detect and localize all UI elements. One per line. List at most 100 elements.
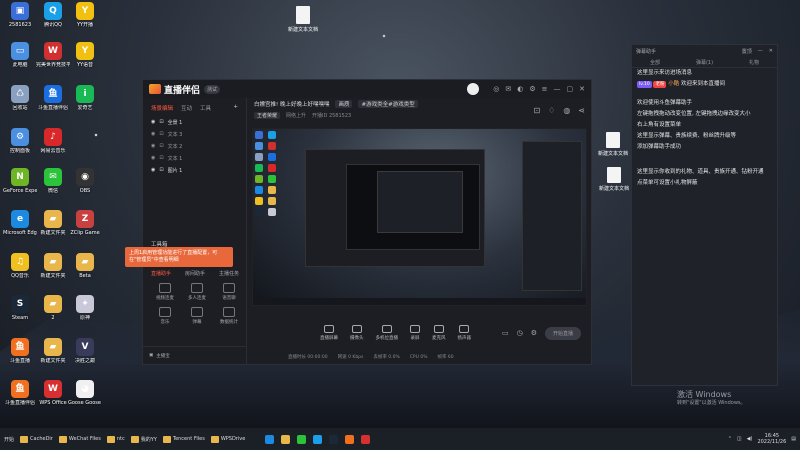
desktop-icon[interactable]: 鱼斗鱼直播 (3, 338, 37, 364)
eye-icon[interactable]: ◉ (151, 167, 155, 173)
menu-icon[interactable]: ≡ (542, 85, 548, 93)
pin-button[interactable]: 置顶 (742, 48, 752, 55)
desktop-file-notepad[interactable]: 新建文本文档 (283, 6, 323, 33)
tool-item[interactable]: 弹幕 (181, 307, 213, 325)
close-icon[interactable]: ✕ (769, 48, 773, 55)
eye-icon[interactable]: ◉ (151, 119, 155, 125)
username[interactable]: 小酷 (668, 81, 679, 87)
scene-item[interactable]: ◉ ⊡ 文本 3 (143, 128, 246, 140)
desktop-icon[interactable]: S Steam (3, 295, 37, 321)
minimize-icon[interactable]: — (554, 85, 561, 93)
desktop-icon[interactable]: e Microsoft Edge (3, 210, 37, 236)
mail-icon[interactable]: ✉ (505, 85, 511, 93)
scene-item[interactable]: ◉ ⊡ 图片 1 (143, 164, 246, 176)
avatar[interactable] (467, 83, 480, 95)
scene-item[interactable]: ◉ ⊡ 文本 2 (143, 140, 246, 152)
tool-item[interactable]: 视频连麦 (149, 283, 181, 301)
desktop-file-text-2[interactable]: 新建文本文档 (596, 167, 632, 192)
tab-danmaku[interactable]: 弹幕(1) (696, 59, 713, 66)
taskbar-window-button[interactable]: 我的YY (130, 435, 157, 443)
desktop-icon[interactable]: ▰ 2 (36, 295, 70, 321)
wechat-icon[interactable] (297, 434, 307, 444)
tool-item[interactable]: 数据统计 (213, 307, 245, 325)
tool-tab-streamer-task[interactable]: 主播任务 (219, 270, 239, 277)
screen-capture-button[interactable]: 直播屏幕 (320, 325, 338, 341)
taskbar-window-button[interactable]: Tencent Files (162, 435, 205, 443)
add-scene-icon[interactable]: + (233, 104, 238, 112)
eye-icon[interactable]: ◉ (151, 155, 155, 161)
tool-item[interactable]: 语音聊 (213, 283, 245, 301)
skin-icon[interactable]: ◐ (517, 85, 523, 93)
tool-item[interactable]: 音乐 (149, 307, 181, 325)
multi-cam-button[interactable]: 多机位直播 (376, 325, 398, 341)
camera-button[interactable]: 摄像头 (350, 325, 364, 341)
bell-icon[interactable]: ♢ (548, 106, 555, 115)
speaker-button[interactable]: 扬声器 (458, 325, 471, 341)
tool-item[interactable]: 多人连麦 (181, 283, 213, 301)
tool-tab-room-helper[interactable]: 房间助手 (185, 270, 205, 277)
room-category[interactable]: #游戏类全#游戏类型 (358, 100, 418, 108)
video-icon[interactable]: ▭ (502, 329, 509, 337)
tab-tools[interactable]: 工具 (200, 104, 211, 112)
taskbar-window-button[interactable]: ntc (106, 435, 125, 443)
desktop-icon[interactable]: i 爱奇艺 (68, 85, 102, 111)
game-chip[interactable]: 王者荣耀 (254, 111, 281, 119)
gift-icon[interactable]: ◎ (493, 85, 499, 93)
folder-icon[interactable] (281, 434, 291, 444)
clock[interactable]: 16:45 2022/11/26 (757, 433, 786, 445)
stream-preview[interactable] (252, 128, 587, 306)
desktop-icon[interactable]: ✉ 微信 (36, 168, 70, 194)
network-icon[interactable]: ◫ (737, 436, 742, 442)
steam-icon[interactable] (329, 434, 339, 444)
lock-icon[interactable]: ⊡ (159, 167, 163, 173)
maximize-icon[interactable]: ▢ (567, 85, 574, 93)
tool-tab-live-helper[interactable]: 直播助手 (151, 270, 171, 277)
timer-icon[interactable]: ◷ (517, 329, 523, 337)
desktop-icon[interactable]: Z ZClip Game (68, 210, 102, 236)
share-icon[interactable]: ⋖ (578, 106, 585, 115)
scene-item[interactable]: ◉ ⊡ 文本 1 (143, 152, 246, 164)
desktop-icon[interactable]: ♺ 回收站 (3, 85, 37, 111)
tab-all[interactable]: 全部 (650, 59, 660, 66)
close-icon[interactable]: ✕ (579, 85, 585, 93)
taskbar-window-button[interactable]: WPSDrive (210, 435, 245, 443)
desktop-icon[interactable]: Y YY开播 (68, 2, 102, 28)
desktop-icon[interactable]: ⚙ 控制面板 (3, 128, 37, 154)
mic-button[interactable]: 麦克风 (432, 325, 446, 341)
camera-icon[interactable]: ◍ (563, 106, 570, 115)
streamer-icon[interactable]: ▣ (149, 353, 153, 358)
desktop-icon[interactable]: ▰ 新建文件夹 (36, 210, 70, 236)
lock-icon[interactable]: ⊡ (159, 119, 163, 125)
desktop-icon[interactable]: ◉ OBS (68, 168, 102, 194)
eye-icon[interactable]: ◉ (151, 143, 155, 149)
desktop-icon[interactable]: ▰ Beta (68, 253, 102, 279)
qq-icon[interactable] (313, 434, 323, 444)
desktop-icon[interactable]: Q 腾讯QQ (36, 2, 70, 28)
desktop-icon[interactable]: W WPS Office (36, 380, 70, 406)
taskbar-window-button[interactable]: WeChat Files (58, 435, 101, 443)
desktop-icon[interactable]: NGeForce Experience (3, 168, 37, 194)
desktop-icon[interactable]: ▰ 新建文件夹 (36, 338, 70, 364)
scene-item[interactable]: ◉ ⊡ 全景 1 (143, 116, 246, 128)
minimize-icon[interactable]: — (758, 48, 763, 55)
desktop-file-text-1[interactable]: 新建文本文档 (595, 132, 631, 157)
settings-icon[interactable]: ⚙ (529, 85, 535, 93)
desktop-icon[interactable]: W完美世界竞技平台 (36, 42, 70, 68)
desktop-icon[interactable]: ♪ 网易云音乐 (36, 128, 70, 154)
notification-icon[interactable]: ▤ (791, 436, 796, 442)
lock-icon[interactable]: ⊡ (533, 106, 540, 115)
room-tag[interactable]: 画质 (335, 100, 353, 108)
tab-interact[interactable]: 互动 (181, 104, 192, 112)
desktop-icon[interactable]: ▰ 新建文件夹 (36, 253, 70, 279)
desktop-icon[interactable]: ▣ 2581623 (3, 2, 37, 28)
room-title[interactable]: 白嫖宫推! 晚上好晚上好嘿嘿嘿 (254, 100, 329, 108)
tab-gifts[interactable]: 礼物 (749, 59, 759, 66)
volume-icon[interactable]: ◀) (747, 436, 753, 442)
gear-icon[interactable]: ⚙ (531, 329, 537, 337)
desktop-icon[interactable]: ▭ 此电脑 (3, 42, 37, 68)
desktop-icon[interactable]: 鱼斗鱼直播伴侣 (3, 380, 37, 406)
desktop-icon[interactable]: ◕Goose Goose Duck (68, 380, 102, 406)
lock-icon[interactable]: ⊡ (159, 131, 163, 137)
lock-icon[interactable]: ⊡ (159, 143, 163, 149)
record-button[interactable]: 录屏 (410, 325, 420, 341)
